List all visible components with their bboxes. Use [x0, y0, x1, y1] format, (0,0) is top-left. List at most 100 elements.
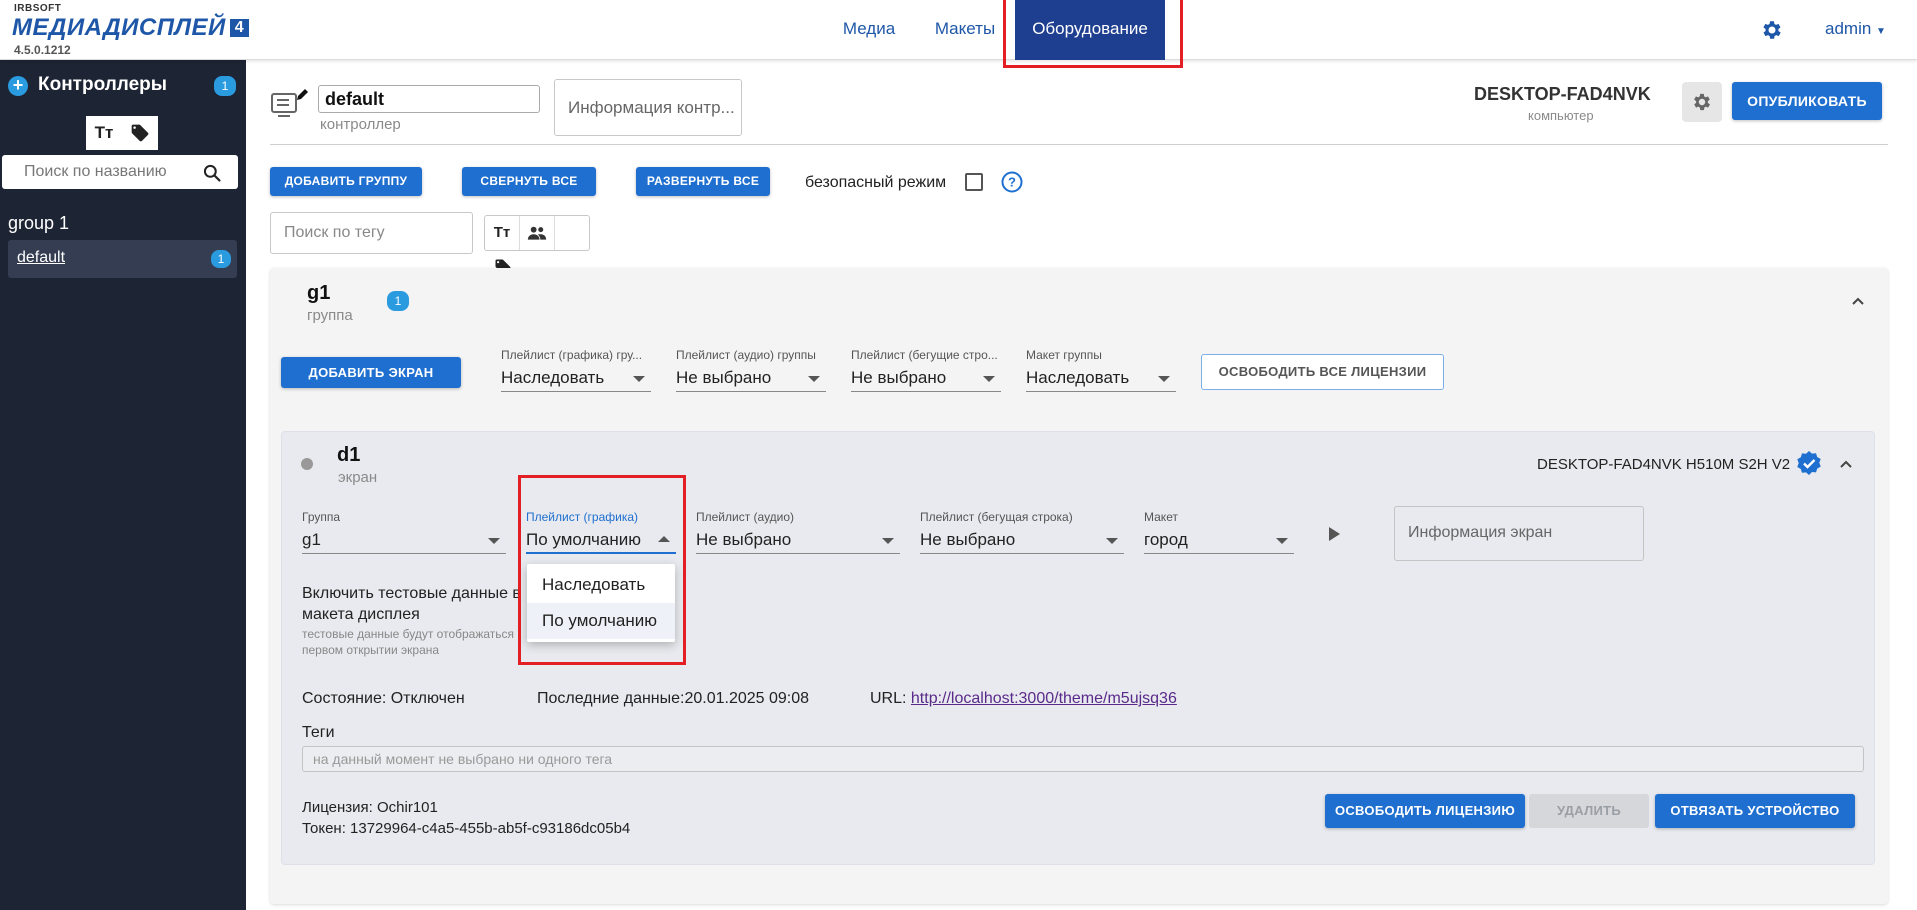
help-icon[interactable]: ? — [1001, 171, 1023, 193]
add-group-button[interactable]: ДОБАВИТЬ ГРУППУ — [270, 167, 422, 196]
group-filter-icon[interactable] — [520, 216, 555, 250]
screen-layout-label: Макет — [1144, 510, 1178, 524]
screen-graphics-playlist-select[interactable]: По умолчанию — [526, 528, 676, 554]
controller-settings-button[interactable] — [1682, 82, 1722, 122]
dropdown-option-inherit[interactable]: Наследовать — [527, 567, 675, 603]
select-value: город — [1144, 530, 1188, 549]
controller-edit-icon[interactable] — [270, 86, 310, 120]
screen-device-name: DESKTOP-FAD4NVK H510M S2H V2 — [1537, 456, 1791, 473]
sidebar-group-label: group 1 — [8, 213, 70, 233]
dropdown-arrow-icon — [633, 376, 645, 382]
logo-company: IRBSOFT — [14, 3, 62, 14]
group-title: g1 — [307, 282, 331, 304]
sidebar-search — [2, 155, 238, 189]
license-token: Токен: 13729964-c4a5-455b-ab5f-c93186dc0… — [302, 820, 631, 837]
nav-equipment[interactable]: Оборудование — [1015, 0, 1165, 60]
screen-audio-playlist-label: Плейлист (аудио) — [696, 510, 795, 524]
select-value: Не выбрано — [920, 530, 1016, 549]
safe-mode-label: безопасный режим — [805, 174, 947, 191]
nav-media[interactable]: Медиа — [832, 0, 906, 60]
screen-url: URL: http://localhost:3000/theme/m5ujsq3… — [870, 690, 1177, 708]
screen-group-select[interactable]: g1 — [302, 528, 506, 554]
text-filter-icon[interactable]: Тт — [86, 116, 122, 150]
tag-search — [270, 212, 473, 254]
screen-caption: экран — [338, 469, 378, 486]
settings-gear-icon[interactable] — [1760, 18, 1784, 42]
release-all-licenses-button[interactable]: ОСВОБОДИТЬ ВСЕ ЛИЦЕНЗИИ — [1201, 354, 1444, 390]
group-ticker-playlist-select[interactable]: Не выбрано — [851, 366, 1001, 392]
select-value: По умолчанию — [526, 530, 641, 549]
release-license-button[interactable]: ОСВОБОДИТЬ ЛИЦЕНЗИЮ — [1325, 794, 1525, 828]
group-count-badge: 1 — [387, 291, 409, 311]
text-filter-icon[interactable]: Тт — [485, 216, 520, 250]
controller-info-field[interactable]: Информация контр... — [554, 79, 742, 136]
group-graphics-playlist-select[interactable]: Наследовать — [501, 366, 651, 392]
dropdown-arrow-icon — [1158, 376, 1170, 382]
sidebar-item-label: default — [17, 249, 66, 266]
group-layout-select[interactable]: Наследовать — [1026, 366, 1176, 392]
controller-name-caption: контроллер — [320, 116, 401, 133]
screen-ticker-playlist-select[interactable]: Не выбрано — [920, 528, 1124, 554]
sidebar-item-default[interactable]: default 1 — [8, 240, 237, 278]
gear-icon — [1694, 93, 1710, 111]
chevron-up-icon[interactable] — [1851, 294, 1865, 308]
select-value: g1 — [302, 530, 321, 549]
app-logo[interactable]: МЕДИАДИСПЛЕЙ 4 — [12, 14, 250, 42]
sidebar-title: Контроллеры — [38, 74, 168, 95]
screen-url-link[interactable]: http://localhost:3000/theme/m5ujsq36 — [911, 690, 1177, 707]
select-value: Наследовать — [1026, 368, 1130, 387]
sidebar-item-count-badge: 1 — [211, 250, 231, 268]
tag-filter-icon[interactable] — [122, 116, 158, 150]
tags-field[interactable]: на данный момент не выбрано ни одного те… — [302, 746, 1864, 772]
dropdown-arrow-icon — [808, 376, 820, 382]
logo-badge: 4 — [229, 19, 250, 37]
dropdown-arrow-icon — [1276, 538, 1288, 544]
license-name: Лицензия: Ochir101 — [302, 799, 438, 816]
add-screen-button[interactable]: ДОБАВИТЬ ЭКРАН — [281, 357, 461, 388]
test-data-hint: тестовые данные будут отображаться перво… — [302, 626, 532, 658]
screen-ticker-playlist-label: Плейлист (бегущая строка) — [920, 510, 1073, 524]
test-data-label: Включить тестовые данные в макета диспле… — [302, 583, 532, 625]
user-name: admin — [1825, 19, 1872, 38]
collapse-all-button[interactable]: СВЕРНУТЬ ВСЕ — [462, 167, 596, 196]
screen-info-field[interactable]: Информация экран — [1394, 506, 1644, 561]
verified-badge-icon — [1797, 451, 1821, 475]
dropdown-arrow-up-icon — [658, 536, 670, 542]
delete-button[interactable]: УДАЛИТЬ — [1529, 794, 1649, 828]
app-version: 4.5.0.1212 — [14, 43, 71, 57]
publish-button[interactable]: ОПУБЛИКОВАТЬ — [1732, 82, 1882, 120]
user-menu[interactable]: admin ▼ — [1825, 19, 1886, 39]
screen-layout-select[interactable]: город — [1144, 528, 1294, 554]
nav-layouts[interactable]: Макеты — [926, 0, 1004, 60]
safe-mode-checkbox[interactable] — [965, 173, 983, 191]
top-bar: IRBSOFT МЕДИАДИСПЛЕЙ 4 4.5.0.1212 Медиа М… — [0, 0, 1917, 68]
screen-graphics-playlist-label: Плейлист (графика) — [526, 510, 639, 524]
screen-audio-playlist-select[interactable]: Не выбрано — [696, 528, 900, 554]
add-controller-icon[interactable]: + — [8, 76, 28, 96]
screen-group-label: Группа — [302, 510, 341, 524]
header-divider — [270, 144, 1888, 145]
test-data-label-line1: Включить тестовые данные в — [302, 585, 521, 602]
unbind-device-button[interactable]: ОТВЯЗАТЬ УСТРОЙСТВО — [1655, 794, 1855, 828]
group-caption: группа — [307, 307, 353, 324]
logo-text: МЕДИАДИСПЛЕЙ — [12, 14, 226, 41]
expand-all-button[interactable]: РАЗВЕРНУТЬ ВСЕ — [636, 167, 770, 196]
play-icon[interactable] — [1329, 527, 1340, 541]
controllers-count-badge: 1 — [214, 76, 236, 96]
test-data-label-line2: макета дисплея — [302, 606, 420, 623]
select-value: Не выбрано — [676, 368, 772, 387]
chevron-up-icon[interactable] — [1839, 457, 1853, 471]
dropdown-option-default[interactable]: По умолчанию — [527, 603, 675, 639]
controller-name-input[interactable] — [318, 85, 540, 113]
select-value: Не выбрано — [851, 368, 947, 387]
dropdown-arrow-icon — [1106, 538, 1118, 544]
group-audio-playlist-select[interactable]: Не выбрано — [676, 366, 826, 392]
sidebar-search-input[interactable] — [12, 155, 192, 189]
test-data-hint-line1: тестовые данные будут отображаться — [302, 627, 515, 641]
tag-filter-tools: Тт — [484, 215, 590, 275]
search-icon[interactable] — [202, 163, 222, 183]
group-layout-label: Макет группы — [1026, 348, 1102, 362]
group-graphics-playlist-label: Плейлист (графика) гру... — [501, 348, 643, 362]
screen-title: d1 — [337, 444, 361, 466]
tag-search-input[interactable] — [271, 213, 471, 253]
